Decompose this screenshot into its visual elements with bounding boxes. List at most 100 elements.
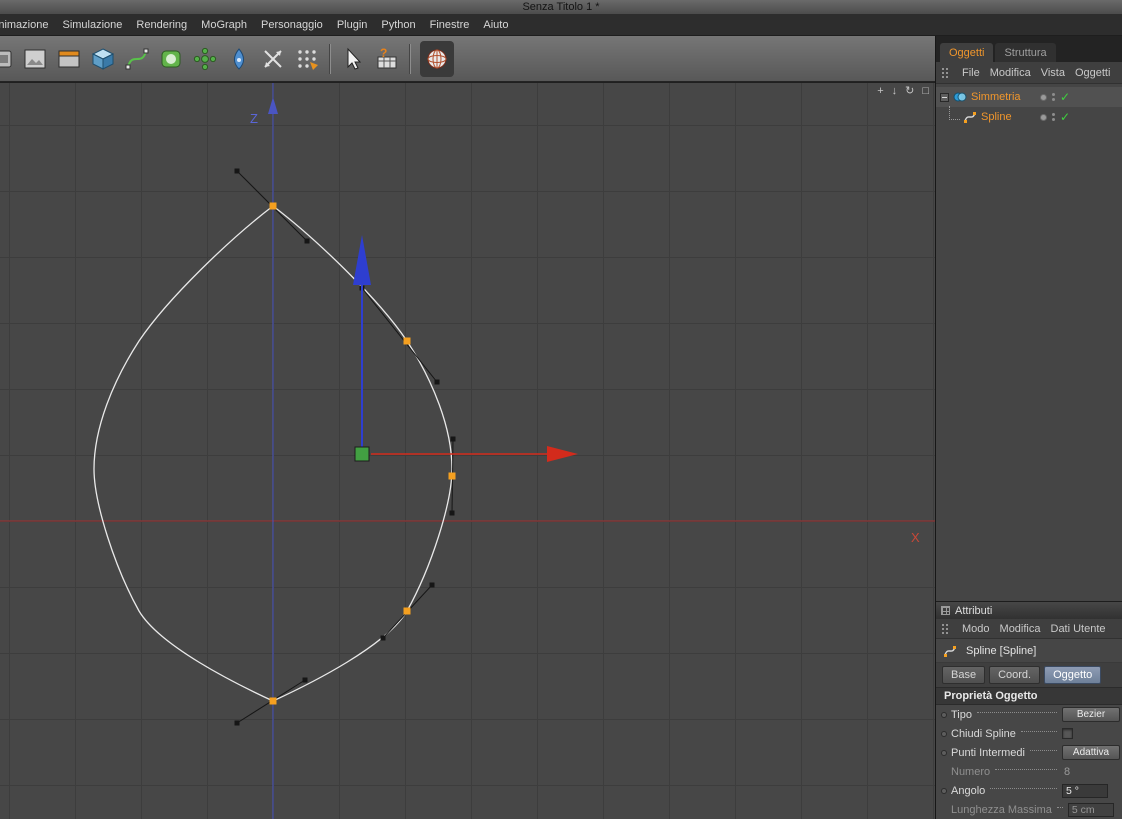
param-row-angolo: Angolo 5 ° xyxy=(936,781,1122,800)
om-menu-modifica[interactable]: Modifica xyxy=(990,67,1031,79)
globe-icon[interactable] xyxy=(420,40,454,77)
spline-object-icon xyxy=(942,644,958,658)
lunghezza-massima-input[interactable]: 5 cm xyxy=(1067,802,1114,817)
tangent-handle[interactable] xyxy=(449,510,455,516)
object-tree: Simmetria ✓ Spline ✓ xyxy=(936,84,1122,601)
menu-item-python[interactable]: Python xyxy=(381,19,415,31)
tangent-line xyxy=(361,287,438,383)
tangent-handle[interactable] xyxy=(234,720,240,726)
object-name[interactable]: Spline xyxy=(981,111,1012,123)
viewport-svg: Z X xyxy=(0,83,935,819)
spline-control-point[interactable] xyxy=(403,607,411,615)
render-view-icon[interactable] xyxy=(18,39,52,79)
tangent-handle[interactable] xyxy=(302,677,308,683)
enabled-check-icon[interactable]: ✓ xyxy=(1060,91,1070,103)
param-label: Lunghezza Massima xyxy=(951,803,1052,816)
panel-grip-icon[interactable] xyxy=(941,67,950,78)
anim-dot-icon[interactable] xyxy=(941,787,947,794)
rotate-view-icon[interactable]: ↻ xyxy=(905,84,914,98)
tab-oggetto[interactable]: Oggetto xyxy=(1044,666,1102,684)
tangent-handle[interactable] xyxy=(429,582,435,588)
om-menu-file[interactable]: File xyxy=(962,67,980,79)
tab-coord[interactable]: Coord. xyxy=(989,666,1041,684)
param-label: Punti Intermedi xyxy=(951,746,1025,759)
object-name[interactable]: Simmetria xyxy=(971,91,1021,103)
tangent-handle[interactable] xyxy=(234,168,240,174)
z-axis-label: Z xyxy=(250,111,258,126)
tab-oggetti[interactable]: Oggetti xyxy=(940,43,994,62)
toolbar: ? xyxy=(0,36,935,82)
object-row-simmetria[interactable]: Simmetria ✓ xyxy=(936,87,1122,107)
render-settings-icon[interactable] xyxy=(52,39,86,79)
angolo-input[interactable]: 5 ° xyxy=(1062,783,1108,798)
film-strip-icon[interactable] xyxy=(0,39,18,79)
dolly-view-icon[interactable]: ↓ xyxy=(892,84,898,98)
visibility-dot-icon[interactable] xyxy=(1040,113,1047,121)
panel-grip-icon[interactable] xyxy=(941,623,950,634)
help-table-icon[interactable]: ? xyxy=(370,39,404,79)
param-label: Numero xyxy=(951,765,991,778)
menu-item-personaggio[interactable]: Personaggio xyxy=(261,19,323,31)
cursor-icon[interactable] xyxy=(336,39,370,79)
attr-menu-modifica[interactable]: Modifica xyxy=(1000,623,1041,635)
anim-dot-icon[interactable] xyxy=(941,730,947,737)
param-label: Tipo xyxy=(951,708,972,721)
spline-mirrored-half[interactable] xyxy=(93,205,274,702)
spline-pen-icon[interactable] xyxy=(120,39,154,79)
tab-struttura[interactable]: Struttura xyxy=(995,43,1056,62)
pen-nib-icon[interactable] xyxy=(222,39,256,79)
menu-item-aiuto[interactable]: Aiuto xyxy=(483,19,508,31)
spline-control-point[interactable] xyxy=(269,202,277,210)
tangent-handle[interactable] xyxy=(380,635,386,641)
subdivision-surface-icon[interactable] xyxy=(154,39,188,79)
attr-menu-modo[interactable]: Modo xyxy=(962,623,990,635)
attributes-object-label: Spline [Spline] xyxy=(966,644,1037,657)
titlebar: Senza Titolo 1 * xyxy=(0,0,1122,14)
menu-item-mograph[interactable]: MoGraph xyxy=(201,19,247,31)
menu-item-simulazione[interactable]: Simulazione xyxy=(62,19,122,31)
menu-item-rendering[interactable]: Rendering xyxy=(136,19,187,31)
enabled-check-icon[interactable]: ✓ xyxy=(1060,111,1070,123)
pan-view-icon[interactable]: + xyxy=(877,84,883,98)
visibility-toggles-icon[interactable] xyxy=(1052,93,1055,101)
param-label: Chiudi Spline xyxy=(951,727,1016,740)
snap-icon[interactable] xyxy=(290,39,324,79)
array-modeling-icon[interactable] xyxy=(188,39,222,79)
cube-icon[interactable] xyxy=(86,39,120,79)
menu-item-finestre[interactable]: Finestre xyxy=(430,19,470,31)
gizmo-z-arrow[interactable] xyxy=(353,235,371,285)
viewport-canvas[interactable]: Z X + ↓ ↻ □ xyxy=(0,82,935,819)
visibility-toggles-icon[interactable] xyxy=(1052,113,1055,121)
om-menu-vista[interactable]: Vista xyxy=(1041,67,1065,79)
tangent-handle[interactable] xyxy=(450,436,456,442)
menu-item-plugin[interactable]: Plugin xyxy=(337,19,368,31)
section-header: Proprietà Oggetto xyxy=(936,687,1122,705)
spline-object-icon xyxy=(962,110,978,124)
anim-dot-icon[interactable] xyxy=(941,749,947,756)
anim-dot-icon[interactable] xyxy=(941,711,947,718)
attributes-object-row: Spline [Spline] xyxy=(936,639,1122,663)
punti-intermedi-dropdown[interactable]: Adattiva xyxy=(1062,745,1120,760)
maximize-view-icon[interactable]: □ xyxy=(922,84,929,98)
gizmo-x-arrow[interactable] xyxy=(547,446,578,462)
tangent-handle[interactable] xyxy=(434,379,440,385)
tipo-dropdown[interactable]: Bezier xyxy=(1062,707,1120,722)
world-z-arrowhead xyxy=(268,97,278,114)
chiudi-spline-checkbox[interactable] xyxy=(1062,728,1073,739)
param-row-tipo: Tipo Bezier xyxy=(936,705,1122,724)
axis-swap-icon[interactable] xyxy=(256,39,290,79)
attr-menu-dati-utente[interactable]: Dati Utente xyxy=(1051,623,1106,635)
menu-item-animazione[interactable]: Animazione xyxy=(0,19,48,31)
numero-value: 8 xyxy=(1064,765,1071,778)
om-menu-oggetti[interactable]: Oggetti xyxy=(1075,67,1110,79)
expander-icon[interactable] xyxy=(940,92,949,102)
simmetria-icon xyxy=(952,90,968,104)
spline-control-point[interactable] xyxy=(403,337,411,345)
visibility-dot-icon[interactable] xyxy=(1040,93,1047,101)
object-row-spline[interactable]: Spline ✓ xyxy=(936,106,1122,127)
tab-base[interactable]: Base xyxy=(942,666,986,684)
spline-control-point[interactable] xyxy=(448,472,456,480)
tangent-handle[interactable] xyxy=(304,238,310,244)
gizmo-center-handle[interactable] xyxy=(354,446,370,462)
spline-control-point[interactable] xyxy=(269,697,277,705)
